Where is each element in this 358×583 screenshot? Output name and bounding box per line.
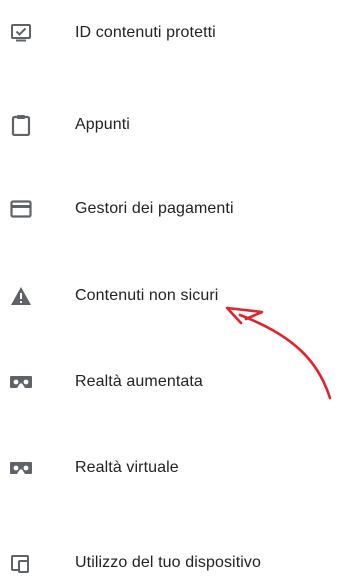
settings-item-label: ID contenuti protetti — [75, 24, 216, 41]
settings-item-virtual-reality[interactable]: Realtà virtuale — [0, 448, 358, 488]
settings-item-label: Utilizzo del tuo dispositivo — [75, 554, 261, 571]
settings-item-protected-content[interactable]: ID contenuti protetti — [0, 13, 358, 53]
settings-item-insecure-content[interactable]: Contenuti non sicuri — [0, 276, 358, 316]
settings-item-label: Appunti — [75, 116, 130, 133]
credit-card-icon — [8, 196, 34, 222]
settings-item-label: Realtà aumentata — [75, 373, 203, 390]
clipboard-icon — [8, 112, 34, 138]
settings-item-payment-handlers[interactable]: Gestori dei pagamenti — [0, 189, 358, 229]
settings-item-clipboard[interactable]: Appunti — [0, 105, 358, 145]
site-settings-list: ID contenuti protetti Appunti Gestori de… — [0, 0, 358, 573]
warning-icon — [8, 283, 34, 309]
settings-item-label: Contenuti non sicuri — [75, 287, 219, 304]
vr-headset-icon — [8, 369, 34, 395]
settings-item-augmented-reality[interactable]: Realtà aumentata — [0, 362, 358, 402]
settings-item-device-usage[interactable]: Utilizzo del tuo dispositivo — [0, 543, 358, 583]
settings-item-label: Realtà virtuale — [75, 459, 179, 476]
vr-headset-icon — [8, 455, 34, 481]
device-usage-icon — [8, 550, 34, 576]
protected-content-icon — [8, 20, 34, 46]
settings-item-label: Gestori dei pagamenti — [75, 200, 234, 217]
